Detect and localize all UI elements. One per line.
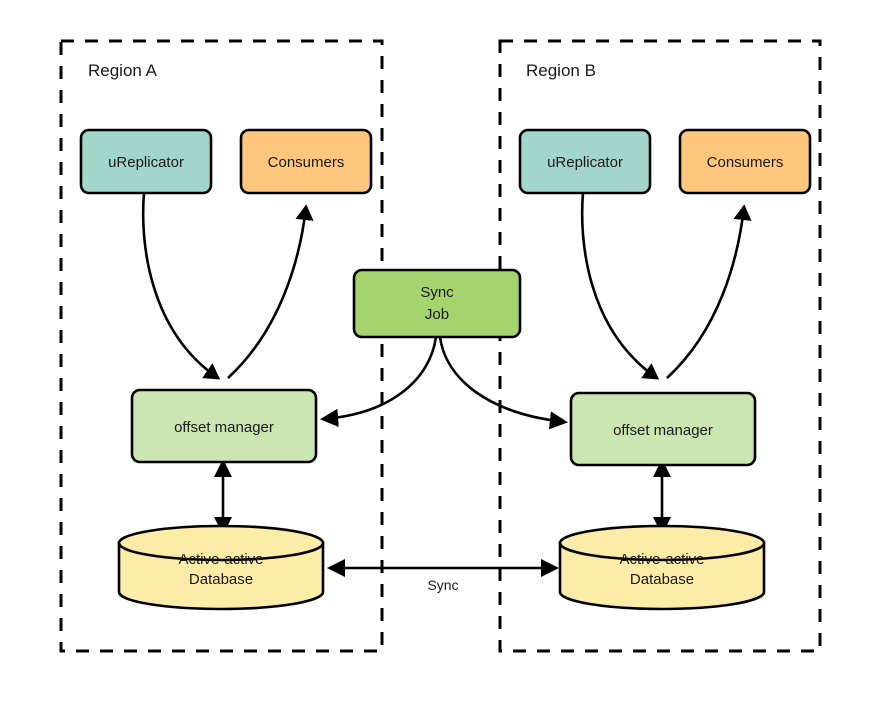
node-a-ureplicator[interactable]: uReplicator (79, 128, 213, 195)
node-b-offset-manager-label: offset manager (613, 422, 713, 439)
edge-a-ureplicator-to-offset-manager (141, 192, 221, 380)
node-sync-job-shape[interactable] (352, 268, 522, 339)
edge-b-offset-manager-to-consumers (666, 204, 752, 379)
node-b-database[interactable]: Active-active Database (558, 524, 766, 611)
diagram-canvas: Region A Region B Sync uReplicator Consu… (59, 39, 822, 653)
node-a-database-label-line1: Active-active (178, 551, 263, 568)
edge-sync-job-to-offset-manager-b (438, 336, 569, 430)
node-a-consumers-label: Consumers (268, 154, 345, 171)
node-b-ureplicator-label: uReplicator (547, 154, 623, 171)
node-a-offset-manager-label: offset manager (174, 419, 274, 436)
node-a-database-label-line2: Database (189, 571, 253, 588)
node-b-offset-manager[interactable]: offset manager (569, 391, 757, 467)
region-b-label: Region B (526, 61, 596, 80)
edge-sync-job-to-offset-manager-a (319, 336, 438, 427)
node-a-ureplicator-label: uReplicator (108, 154, 184, 171)
database-sync-label: Sync (427, 577, 458, 593)
node-b-ureplicator[interactable]: uReplicator (518, 128, 652, 195)
node-b-consumers-label: Consumers (707, 154, 784, 171)
node-sync-job-label-line2: Job (425, 306, 449, 323)
node-sync-job-label-line1: Sync (420, 284, 454, 301)
architecture-diagram: Region A Region B Sync uReplicator Consu… (0, 0, 880, 704)
node-a-offset-manager[interactable]: offset manager (130, 388, 318, 464)
region-a-label: Region A (88, 61, 158, 80)
edge-b-ureplicator-to-offset-manager (580, 192, 660, 380)
node-b-consumers[interactable]: Consumers (678, 128, 812, 195)
node-a-consumers[interactable]: Consumers (239, 128, 373, 195)
node-a-database[interactable]: Active-active Database (117, 524, 325, 611)
node-b-database-label-line2: Database (630, 571, 694, 588)
node-sync-job[interactable]: Sync Job (352, 268, 522, 339)
edge-a-offset-manager-to-consumers (227, 204, 314, 379)
node-b-database-label-line1: Active-active (619, 551, 704, 568)
